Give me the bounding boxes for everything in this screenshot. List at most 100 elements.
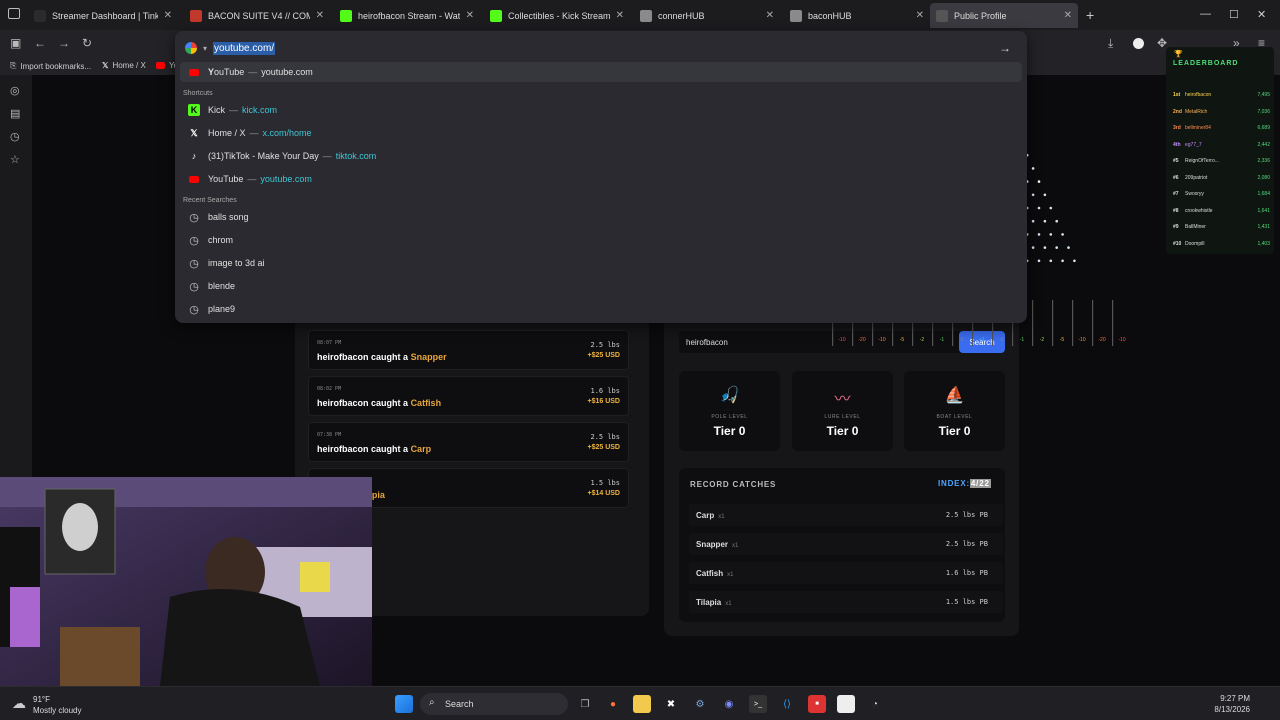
back-button[interactable]: ← (34, 36, 46, 50)
tab[interactable]: heirofbacon Stream - Watch Live✕ (334, 3, 480, 28)
tab[interactable]: baconHUB ✕ (784, 3, 930, 28)
address-bar[interactable]: ▾ youtube.com/ → (185, 37, 1015, 59)
tab-favicon-icon (490, 9, 502, 22)
wallet-icon[interactable]: ▤ (10, 107, 20, 120)
xbox-icon[interactable]: ✖ (662, 695, 680, 713)
history-icon: ◷ (189, 234, 199, 247)
plinko-slot-label: -20 (1098, 337, 1105, 343)
catch-log-item: 07:38 PM heirofbacon caught a Carp 2.5 l… (308, 422, 629, 462)
google-icon (185, 42, 197, 54)
notepad-icon[interactable] (837, 695, 855, 713)
tab-favicon-icon (936, 9, 948, 22)
obs-icon[interactable]: ◔ (866, 695, 884, 713)
shortcut-item[interactable]: ♪ (31)TikTok - Make Your Day — tiktok.com (180, 146, 1022, 166)
plinko-peg (1031, 193, 1035, 197)
plinko-slot-label: 0 (961, 337, 964, 343)
recent-search-item[interactable]: ◷ balls song (180, 207, 1022, 227)
plinko-peg (1043, 246, 1047, 249)
close-tab-icon[interactable]: ✕ (164, 10, 172, 21)
slot-divider (1052, 300, 1054, 346)
address-input[interactable]: youtube.com/ (213, 41, 276, 55)
close-window-button[interactable]: ✕ (1257, 8, 1266, 21)
tab[interactable]: BACON SUITE V4 // COMMAND✕ (184, 3, 330, 28)
terminal-icon[interactable]: >_ (749, 695, 767, 713)
plinko-peg (1049, 259, 1053, 263)
new-tab-button[interactable]: + (1086, 7, 1094, 23)
minimize-button[interactable]: — (1200, 8, 1211, 20)
tab[interactable]: Collectibles - Kick Streaming✕ (484, 3, 630, 28)
close-tab-icon[interactable]: ✕ (916, 10, 924, 21)
history-icon: ◷ (189, 280, 199, 293)
plinko-peg (1049, 206, 1053, 210)
reload-button[interactable]: ↻ (82, 36, 92, 50)
clock-time: 9:27 PM (1220, 694, 1250, 703)
app-icon[interactable]: ■ (808, 695, 826, 713)
weather-icon[interactable]: ☁ (12, 695, 26, 712)
leaderboard-row: 2nd MetalRich 7,036 (1173, 108, 1270, 115)
tier-card: 🎣 POLE LEVEL Tier 0 (679, 371, 780, 451)
record-row: Carp x1 2.5 lbs PB (689, 504, 1003, 526)
steam-icon[interactable]: ⚙ (691, 695, 709, 713)
maximize-button[interactable]: ☐ (1229, 8, 1239, 21)
tab-bar: Streamer Dashboard | Tinkobot✕BACON SUIT… (0, 0, 1280, 30)
sidebar-toggle-icon[interactable]: ▣ (10, 36, 21, 50)
leaderboard-row: 3rd bellminer84 6,689 (1173, 125, 1270, 131)
bookmarks-star-icon[interactable]: ☆ (10, 153, 20, 166)
shortcut-item[interactable]: YouTube — youtube.com (180, 169, 1022, 189)
plinko-slot-label: 0 (1001, 337, 1004, 343)
ai-icon[interactable]: ◎ (10, 84, 20, 97)
leaderboard-row: 1st heirofbacon 7,495 (1173, 92, 1270, 98)
plinko-slot-label: -1 (1020, 337, 1025, 343)
suggestion-youtube[interactable]: YouTube — youtube.com (180, 62, 1022, 82)
start-button[interactable] (395, 695, 413, 713)
recent-search-item[interactable]: ◷ blende (180, 276, 1022, 296)
plinko-slot-label: -5 (900, 337, 905, 343)
chevron-down-icon[interactable]: ▾ (203, 44, 207, 53)
vscode-icon[interactable]: ⟨⟩ (778, 695, 796, 713)
record-catches-title: RECORD CATCHES (690, 480, 777, 489)
catch-log-item: 08:07 PM heirofbacon caught a Snapper 2.… (308, 330, 629, 370)
close-tab-icon[interactable]: ✕ (466, 10, 474, 21)
discord-icon[interactable]: ◉ (720, 695, 738, 713)
extension-icon[interactable] (1133, 38, 1144, 49)
downloads-icon[interactable]: ⤓ (1108, 36, 1113, 51)
task-view-icon[interactable]: ❐ (576, 695, 594, 713)
close-tab-icon[interactable]: ✕ (766, 10, 774, 21)
recent-search-item[interactable]: ◷ image to 3d ai (180, 253, 1022, 273)
close-tab-icon[interactable]: ✕ (616, 10, 624, 21)
bookmark-home-x[interactable]: 𝕏 Home / X (102, 61, 146, 70)
extensions-puzzle-icon[interactable]: ✥ (1157, 36, 1167, 50)
leaderboard-row: #10 Doompill 1,403 (1173, 240, 1270, 247)
catch-log-item: 08:02 PM heirofbacon caught a Catfish 1.… (308, 376, 629, 416)
tab[interactable]: Public Profile ✕ (930, 3, 1078, 28)
recent-search-item[interactable]: ◷ chrom (180, 230, 1022, 250)
leaderboard-row: #6 209patriot 2,080 (1173, 174, 1270, 181)
plinko-slot-label: -10 (838, 337, 845, 343)
file-explorer-icon[interactable] (633, 695, 651, 713)
shortcut-item[interactable]: K Kick — kick.com (180, 100, 1022, 120)
taskbar-search[interactable]: ⌕ Search (420, 693, 568, 715)
tab-actions-icon[interactable] (8, 8, 20, 19)
plinko-peg (1073, 259, 1076, 263)
close-tab-icon[interactable]: ✕ (316, 10, 324, 21)
tab[interactable]: Streamer Dashboard | Tinkobot✕ (28, 3, 178, 28)
plinko-slot-label: -10 (1118, 337, 1125, 343)
tab[interactable]: connerHUB ✕ (634, 3, 780, 28)
tab-favicon-icon (190, 9, 202, 22)
leaderboard-row: 4th eg77_7 2,442 (1173, 141, 1270, 148)
bookmark-import[interactable]: ⎘ Import bookmarks... (10, 61, 91, 71)
shortcut-item[interactable]: 𝕏 Home / X — x.com/home (180, 123, 1022, 143)
search-icon: ⌕ (429, 697, 435, 708)
plinko-peg (1067, 246, 1070, 249)
close-tab-icon[interactable]: ✕ (1064, 10, 1072, 21)
firefox-icon[interactable]: ● (604, 695, 622, 713)
tab-favicon-icon (790, 9, 802, 22)
forward-button[interactable]: → (58, 36, 70, 50)
go-arrow-icon[interactable]: → (999, 41, 1011, 55)
leaderboard-row: #7 Swoxryy 1,684 (1173, 191, 1270, 197)
address-bar-dropdown: ▾ youtube.com/ → YouTube — youtube.com S… (175, 31, 1027, 323)
recent-search-item[interactable]: ◷ plane9 (180, 299, 1022, 319)
plinko-slot-label: +1 (979, 337, 985, 343)
history-icon: ◷ (189, 257, 199, 270)
history-icon[interactable]: ◷ (10, 130, 20, 143)
